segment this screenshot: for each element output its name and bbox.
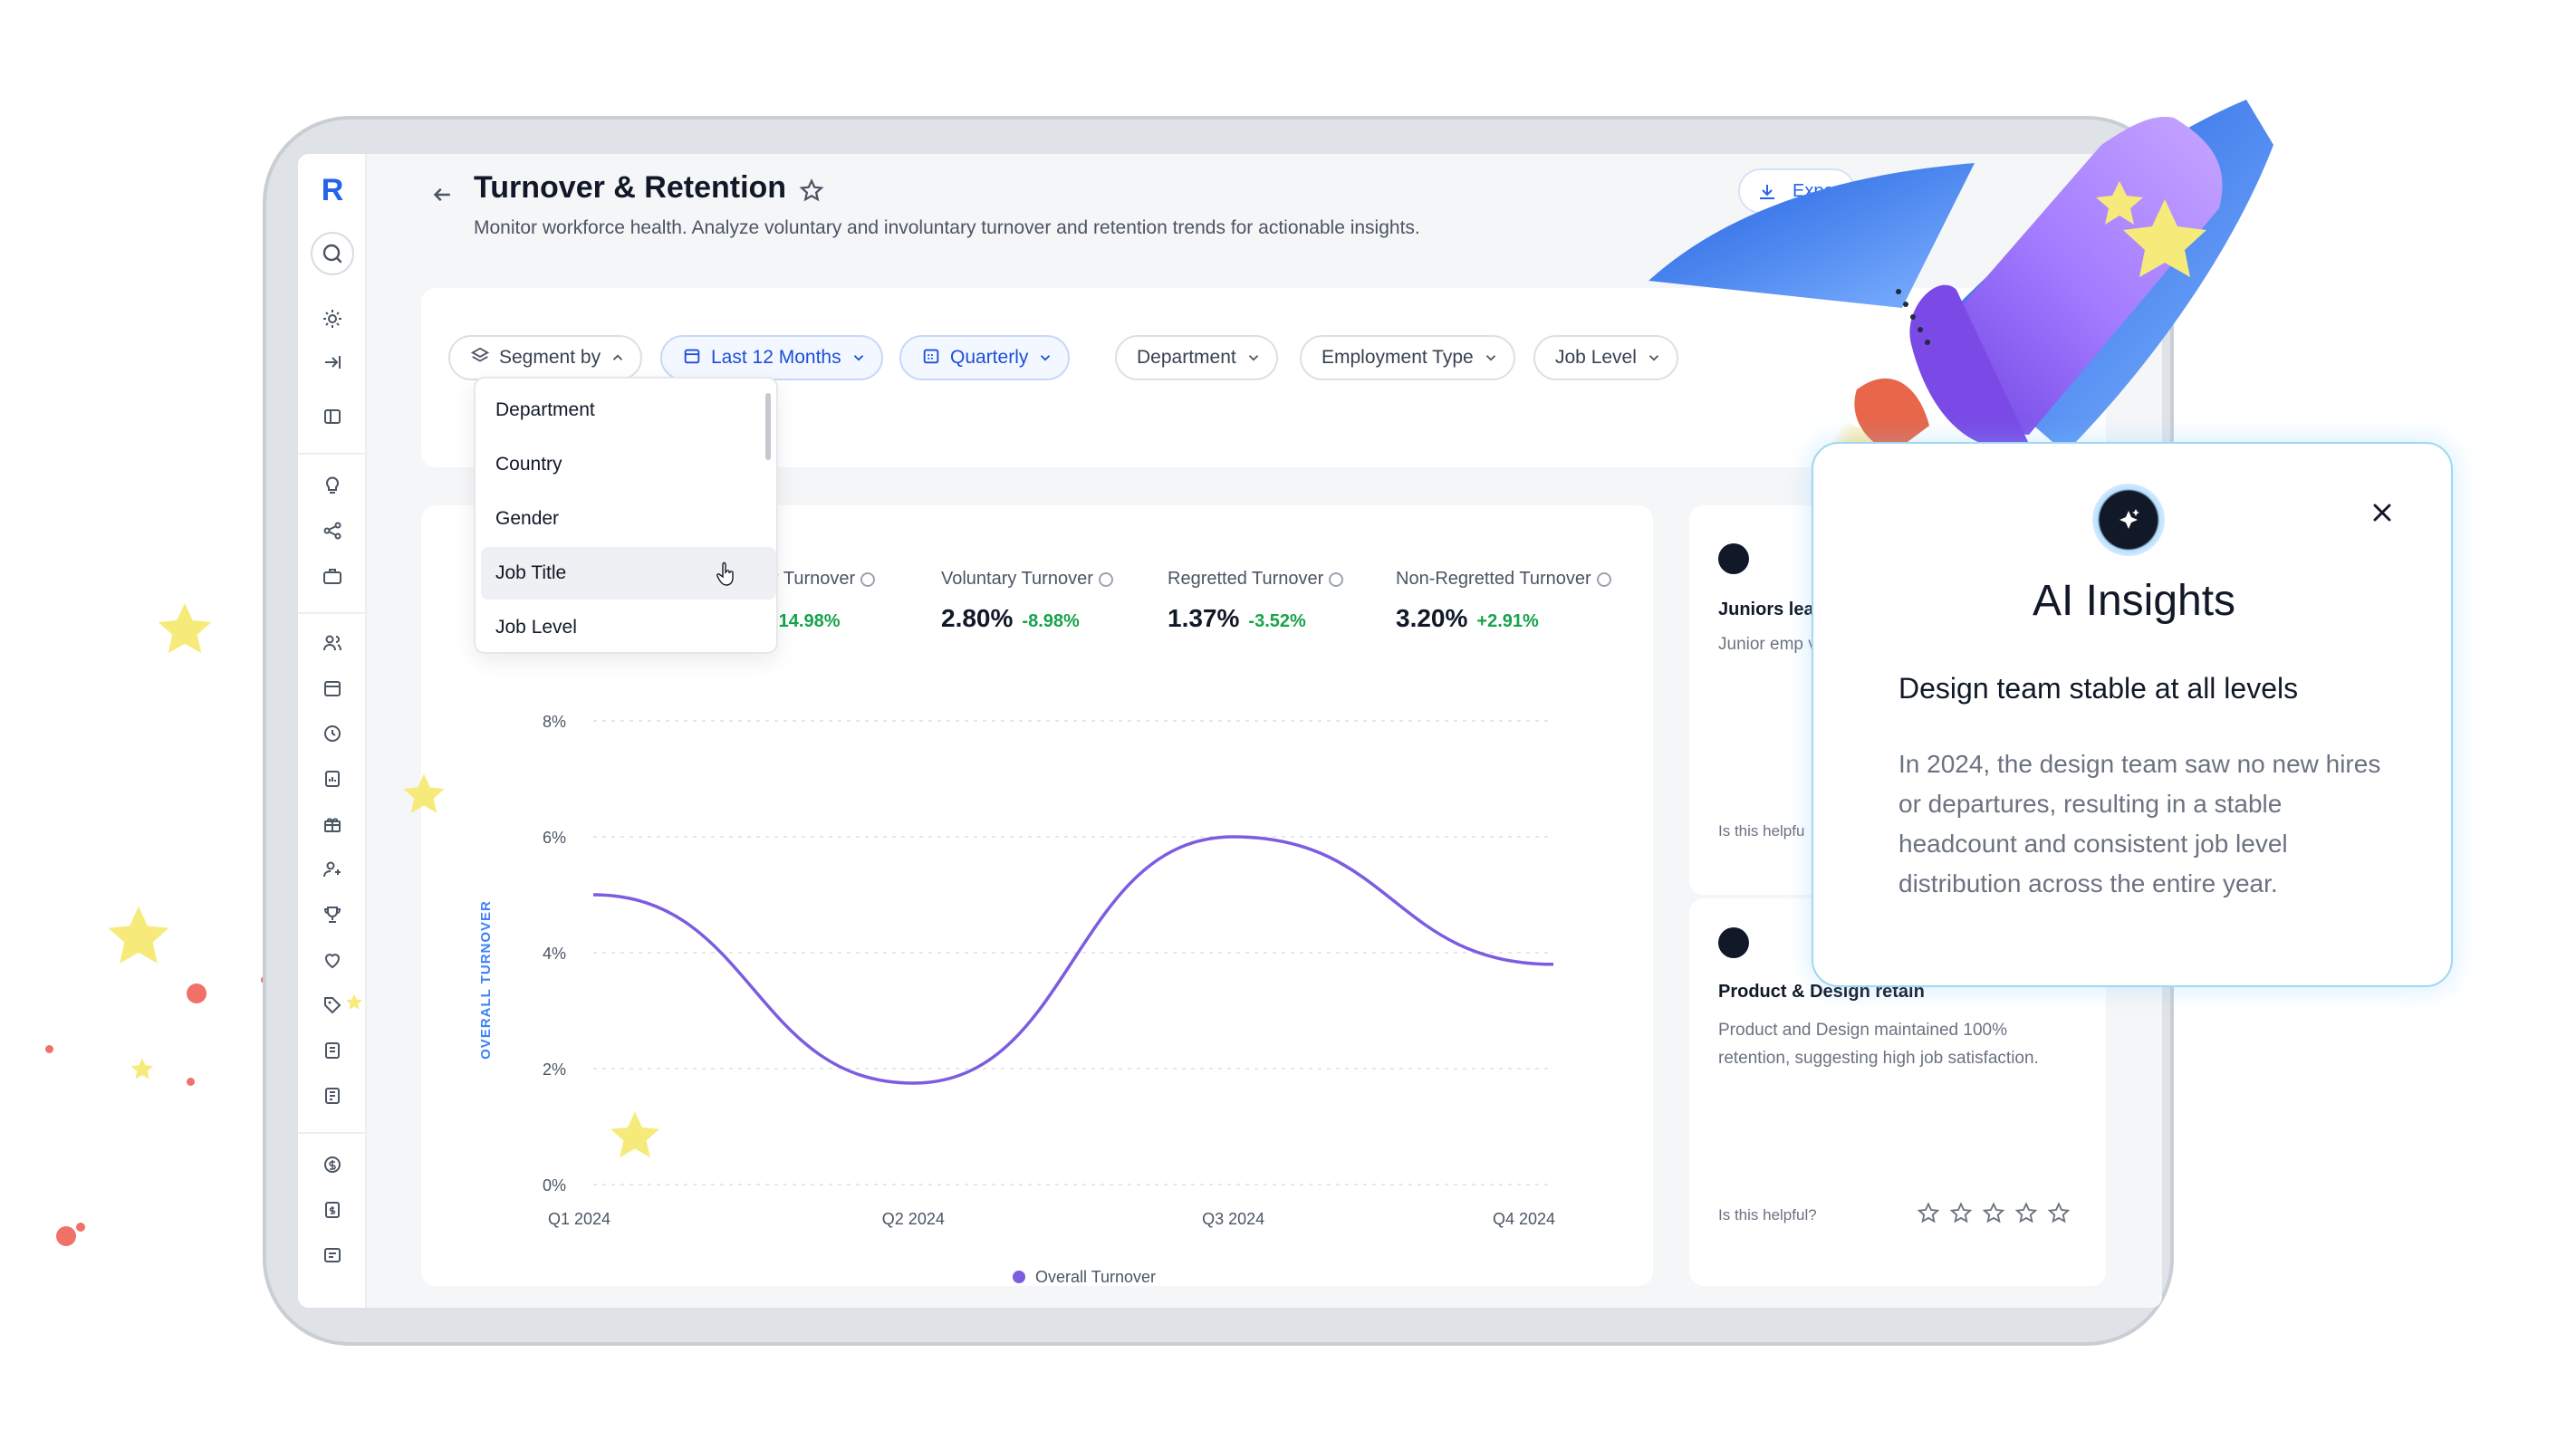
employment-type-filter[interactable]: Employment Type	[1300, 335, 1515, 380]
decorative-dot	[187, 1078, 195, 1086]
page-title: Turnover & Retention	[474, 170, 787, 205]
sidebar-search-button[interactable]	[311, 232, 354, 275]
document-icon[interactable]	[322, 1040, 343, 1061]
collapse-sidebar-icon[interactable]	[322, 351, 343, 373]
decorative-star-icon	[130, 1058, 154, 1080]
gift-icon[interactable]	[322, 813, 343, 835]
decorative-star-icon	[158, 603, 212, 654]
ai-insight-text: In 2024, the design team saw no new hire…	[1898, 750, 2381, 897]
interval-label: Quarterly	[950, 347, 1029, 368]
y-tick-label: 8%	[543, 713, 566, 731]
lightbulb-icon[interactable]	[322, 475, 343, 496]
interval-filter[interactable]: Quarterly	[899, 335, 1071, 380]
sidebar-divider	[298, 612, 367, 614]
ai-sparkle-badge	[2092, 484, 2165, 556]
legend-swatch	[1013, 1271, 1025, 1283]
layers-icon	[470, 348, 490, 363]
legend-label: Overall Turnover	[1035, 1268, 1156, 1286]
decorative-dot	[187, 984, 207, 1003]
sidebar-divider	[298, 453, 367, 455]
sidebar: R	[298, 154, 367, 1308]
period-label: Last 12 Months	[711, 347, 841, 368]
hand-cursor-icon	[716, 561, 734, 586]
notes-icon[interactable]	[322, 1085, 343, 1107]
chevron-down-icon	[1041, 355, 1051, 361]
star-rating	[1916, 1201, 2071, 1226]
chevron-up-icon	[612, 354, 623, 360]
y-axis-label: OVERALL TURNOVER	[478, 900, 494, 1060]
menu-item-department[interactable]: Department	[481, 384, 776, 437]
menu-item-job-level[interactable]: Job Level	[481, 601, 776, 654]
rating-star-icon[interactable]	[1916, 1201, 1941, 1226]
y-tick-label: 4%	[543, 945, 566, 963]
chevron-down-icon	[1485, 355, 1495, 361]
employment-type-label: Employment Type	[1322, 347, 1474, 368]
heart-icon[interactable]	[322, 949, 343, 971]
clock-icon[interactable]	[322, 723, 343, 744]
tag-icon[interactable]	[322, 994, 343, 1016]
department-filter[interactable]: Department	[1115, 335, 1278, 380]
page-description: Monitor workforce health. Analyze volunt…	[474, 217, 1420, 238]
chevron-down-icon	[1248, 355, 1258, 361]
helpful-prompt: Is this helpfu	[1718, 822, 1805, 840]
y-tick-label: 6%	[543, 829, 566, 847]
panel-icon[interactable]	[322, 406, 343, 427]
invoice-icon[interactable]	[322, 1199, 343, 1221]
decorative-star-icon	[403, 773, 445, 813]
decorative-dot	[56, 1226, 76, 1246]
add-user-icon[interactable]	[322, 859, 343, 880]
back-arrow-icon[interactable]	[428, 181, 456, 208]
close-icon[interactable]	[2368, 498, 2397, 527]
x-tick-label: Q1 2024	[548, 1210, 610, 1228]
sparkle-icon	[2119, 509, 2139, 529]
x-tick-label: Q2 2024	[882, 1210, 945, 1228]
job-level-label: Job Level	[1555, 347, 1637, 368]
calendar-icon	[684, 350, 700, 364]
briefcase-icon[interactable]	[322, 565, 343, 587]
favorite-star-icon[interactable]	[798, 178, 825, 205]
segment-by-label: Segment by	[499, 347, 601, 368]
sparkle-icon	[1718, 927, 1749, 958]
y-tick-label: 2%	[543, 1060, 566, 1079]
rating-star-icon[interactable]	[2046, 1201, 2071, 1226]
sidebar-divider	[298, 1132, 367, 1134]
decorative-dot	[45, 1045, 53, 1053]
segment-by-dropdown[interactable]: Segment by	[448, 335, 643, 380]
insight-body: Product and Design maintained 100% reten…	[1718, 1021, 2039, 1068]
ai-insight-headline: Design team stable at all levels	[1898, 672, 2299, 705]
department-label: Department	[1137, 347, 1236, 368]
sun-icon[interactable]	[322, 308, 343, 330]
menu-scrollbar[interactable]	[765, 393, 771, 460]
series-line	[592, 835, 1554, 1085]
dollar-icon[interactable]	[322, 1154, 343, 1176]
rating-star-icon[interactable]	[1948, 1201, 1974, 1226]
stage: R Turnover & Retention Monitor workforce…	[0, 0, 2576, 1449]
chevron-down-icon	[853, 355, 863, 361]
decorative-star-icon	[108, 906, 169, 964]
report-icon[interactable]	[322, 768, 343, 790]
expense-icon[interactable]	[322, 1244, 343, 1266]
y-tick-label: 0%	[543, 1176, 566, 1195]
rating-star-icon[interactable]	[2014, 1201, 2039, 1226]
calendar-icon[interactable]	[322, 677, 343, 699]
users-icon[interactable]	[322, 632, 343, 654]
decorative-star-icon	[346, 993, 362, 1010]
menu-item-country[interactable]: Country	[481, 438, 776, 491]
grid-calendar-icon	[923, 350, 939, 364]
period-filter[interactable]: Last 12 Months	[660, 335, 883, 380]
ai-insights-popup: AI Insights Design team stable at all le…	[1812, 442, 2453, 987]
x-tick-label: Q4 2024	[1493, 1210, 1555, 1228]
helpful-prompt: Is this helpful?	[1718, 1206, 1817, 1223]
decorative-dot	[76, 1223, 85, 1232]
decorative-star-icon	[610, 1111, 659, 1158]
x-tick-label: Q3 2024	[1202, 1210, 1264, 1228]
app-logo[interactable]: R	[316, 174, 349, 206]
segment-by-menu: Department Country Gender Job Title Job …	[474, 377, 778, 654]
menu-item-gender[interactable]: Gender	[481, 493, 776, 545]
ai-insights-title: AI Insights	[2032, 577, 2236, 625]
share-icon[interactable]	[322, 520, 343, 542]
rating-star-icon[interactable]	[1981, 1201, 2006, 1226]
trophy-icon[interactable]	[322, 904, 343, 926]
search-icon	[322, 244, 342, 264]
